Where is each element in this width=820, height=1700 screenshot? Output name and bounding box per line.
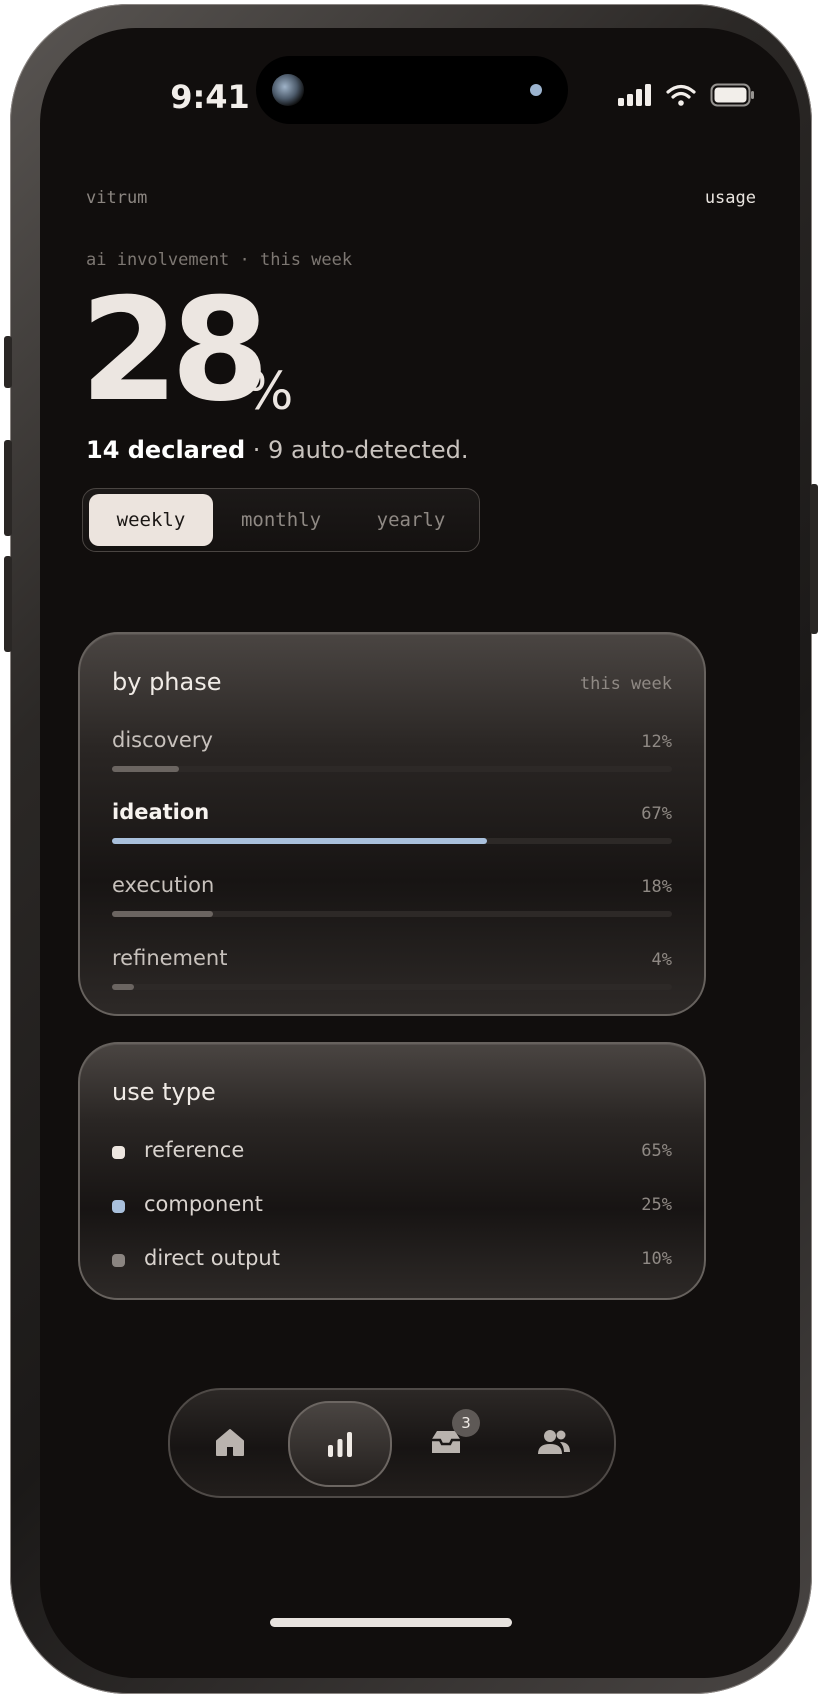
tab-yearly[interactable]: yearly — [349, 494, 473, 546]
tab-home[interactable] — [180, 1401, 280, 1483]
phase-bar — [112, 766, 180, 772]
status-time: 9:41 — [170, 78, 250, 116]
use-percent: 65% — [641, 1141, 672, 1161]
phase-label: discovery — [112, 728, 213, 752]
tab-stats[interactable] — [288, 1401, 392, 1487]
battery-icon — [710, 83, 754, 107]
involvement-value: 28 — [80, 268, 270, 433]
use-row-component: component 25% — [112, 1192, 672, 1224]
phase-percent: 4% — [651, 950, 672, 970]
phase-track — [112, 984, 672, 990]
phase-label: refinement — [112, 946, 228, 970]
by-phase-card: by phase this week discovery 12% ideatio… — [78, 632, 706, 1016]
use-row-reference: reference 65% — [112, 1138, 672, 1170]
phase-track — [112, 911, 672, 917]
declared-count: 14 declared — [86, 436, 246, 464]
phase-bar — [112, 984, 135, 990]
use-row-direct-output: direct output 10% — [112, 1246, 672, 1278]
use-label: reference — [144, 1138, 245, 1162]
wifi-icon — [666, 84, 696, 106]
legend-dot — [112, 1146, 125, 1159]
action-button — [4, 336, 12, 388]
bottom-tab-bar: 3 — [168, 1388, 616, 1498]
phase-percent: 67% — [641, 804, 672, 824]
status-icons — [618, 80, 756, 110]
use-label: direct output — [144, 1246, 280, 1270]
home-icon — [216, 1429, 244, 1456]
use-label: component — [144, 1192, 263, 1216]
phase-row-ideation: ideation 67% — [112, 800, 672, 860]
phase-row-refinement: refinement 4% — [112, 946, 672, 1006]
use-type-title: use type — [112, 1078, 216, 1106]
usage-link[interactable]: usage — [705, 188, 756, 208]
legend-dot — [112, 1200, 125, 1213]
people-icon — [538, 1430, 570, 1454]
legend-dot — [112, 1254, 125, 1267]
tab-people[interactable] — [504, 1401, 604, 1483]
phone-frame: 9:41 vitrum usage ai involvement · this … — [4, 4, 818, 1694]
indicator-dot — [530, 84, 542, 96]
tab-monthly[interactable]: monthly — [219, 494, 343, 546]
use-type-card: use type reference 65% component 25% dir… — [78, 1042, 706, 1300]
home-indicator — [270, 1618, 512, 1627]
auto-detected-count: · 9 auto-detected. — [245, 436, 469, 464]
by-phase-title: by phase — [112, 668, 222, 696]
dynamic-island — [256, 56, 568, 124]
phase-row-discovery: discovery 12% — [112, 728, 672, 788]
volume-up-button — [4, 440, 12, 536]
involvement-summary: 14 declared · 9 auto-detected. — [86, 436, 468, 464]
phase-percent: 18% — [641, 877, 672, 897]
phase-row-execution: execution 18% — [112, 873, 672, 933]
phase-track — [112, 766, 672, 772]
by-phase-period: this week — [579, 674, 672, 694]
bar-chart-icon — [328, 1432, 352, 1457]
cellular-signal-icon — [618, 84, 651, 106]
phase-bar — [112, 838, 488, 844]
use-percent: 25% — [641, 1195, 672, 1215]
inbox-badge: 3 — [452, 1409, 480, 1437]
phase-label: execution — [112, 873, 215, 897]
app-name: vitrum — [86, 188, 148, 208]
involvement-unit: % — [244, 362, 294, 422]
tab-inbox[interactable]: 3 — [396, 1401, 496, 1483]
phase-bar — [112, 911, 213, 917]
volume-down-button — [4, 556, 12, 652]
involvement-label: ai involvement · this week — [86, 250, 353, 270]
power-button — [810, 484, 818, 634]
tab-weekly[interactable]: weekly — [89, 494, 213, 546]
phase-percent: 12% — [641, 732, 672, 752]
phase-label: ideation — [112, 800, 210, 824]
use-percent: 10% — [641, 1249, 672, 1269]
camera-icon — [272, 74, 304, 106]
period-selector: weekly monthly yearly — [82, 488, 480, 552]
screen: 9:41 vitrum usage ai involvement · this … — [40, 28, 800, 1678]
phase-track — [112, 838, 672, 844]
